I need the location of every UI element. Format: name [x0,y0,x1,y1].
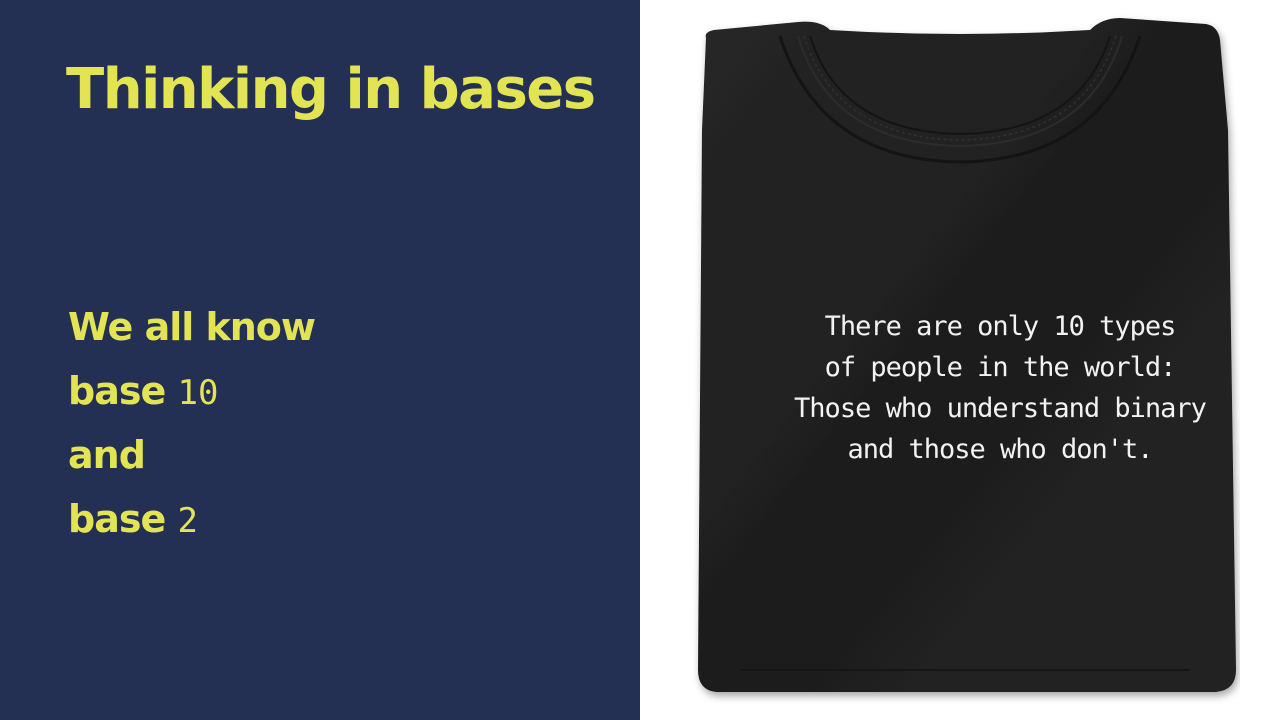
shirt-print-line: and those who don't. [847,434,1153,465]
shirt-print-line: There are only 10 types [824,311,1177,342]
body-line-text: and [68,433,146,477]
right-panel: There are only 10 types of people in the… [640,0,1280,720]
body-line-text: base [68,369,178,413]
slide: Thinking in bases We all know base 10 an… [0,0,1280,720]
left-panel: Thinking in bases We all know base 10 an… [0,0,640,720]
body-line: base 10 [68,362,315,426]
body-line-text: base [68,497,178,541]
shirt-print: There are only 10 types of people in the… [740,306,1260,470]
code-number: 10 [177,373,219,413]
code-number: 2 [177,501,198,541]
shirt-print-line: Those who understand binary [794,393,1207,424]
t-shirt-image: There are only 10 types of people in the… [680,10,1240,710]
shirt-print-line: of people in the world: [824,352,1177,383]
slide-title: Thinking in bases [66,57,596,122]
body-line: and [68,426,315,490]
body-line: base 2 [68,490,315,554]
body-text: We all know base 10 and base 2 [68,298,316,554]
body-line: We all know [68,298,316,362]
body-line-text: We all know [68,305,316,349]
